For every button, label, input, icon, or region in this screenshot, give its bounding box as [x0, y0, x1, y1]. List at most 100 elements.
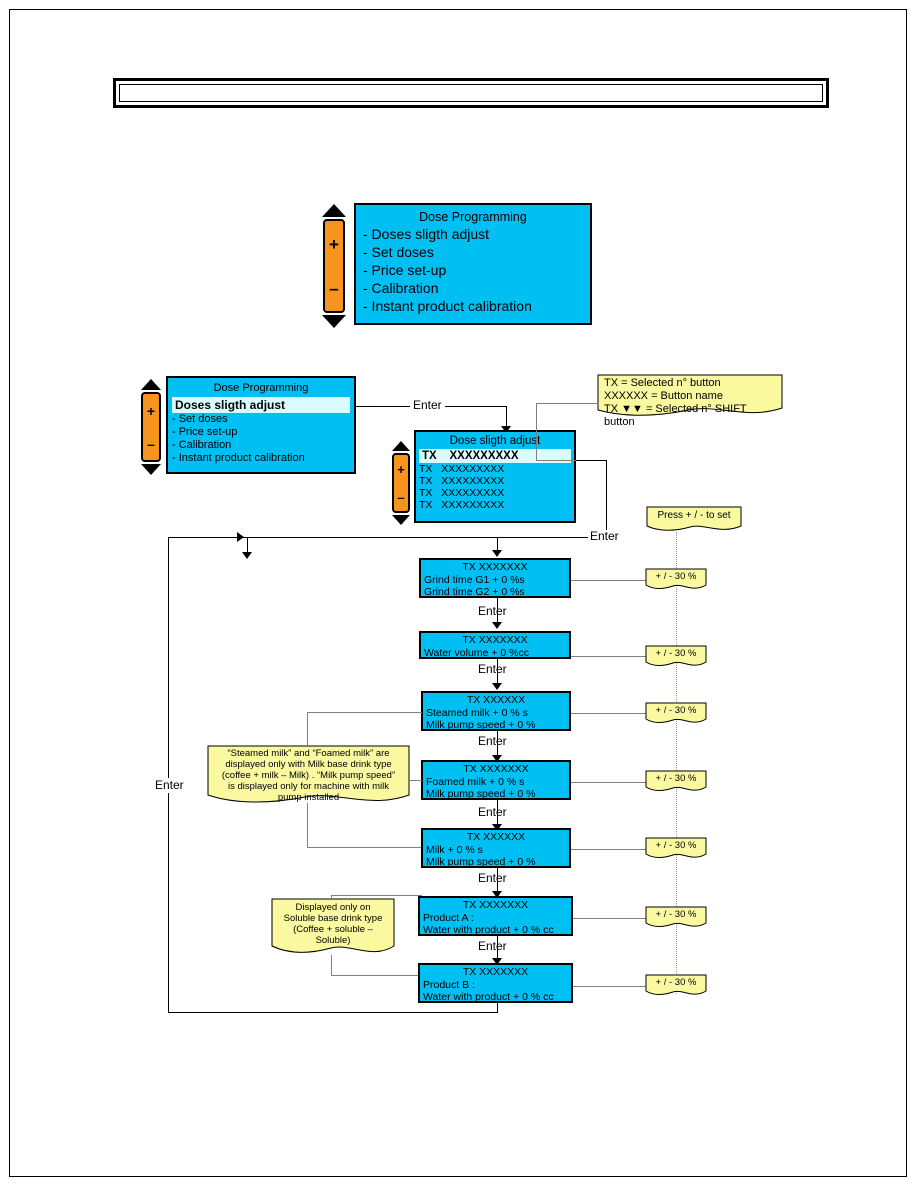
menu-item-selected[interactable]: Doses sligth adjust: [172, 397, 350, 413]
soluble-note-connector-b: [331, 975, 422, 976]
lcd-grind-time[interactable]: TX XXXXXXX Grind time G1 + 0 %s Grind ti…: [419, 558, 571, 598]
plus-icon[interactable]: +: [147, 403, 155, 419]
arrow-step-2-3: [492, 683, 502, 690]
step-line[interactable]: Milk pump speed + 0 %: [426, 788, 566, 800]
step-line[interactable]: Water with product + 0 % cc: [423, 924, 568, 936]
scroll-down-arrow-icon[interactable]: [392, 515, 410, 525]
enter-label-step-5: Enter: [478, 871, 507, 885]
minus-icon[interactable]: –: [397, 491, 404, 504]
soluble-note-line-3: (Coffee + soluble –: [293, 924, 373, 935]
list-row-prefix: TX: [419, 463, 433, 475]
return-rail-v: [168, 537, 169, 1013]
legend-connector-v: [536, 403, 537, 460]
range-connector-foamed: [571, 782, 647, 783]
lcd-steamed-milk[interactable]: TX XXXXXX Steamed milk + 0 % s Milk pump…: [421, 691, 571, 731]
connector-list-right-h: [576, 460, 607, 461]
step-line[interactable]: Grind time G1 + 0 %s: [424, 574, 566, 586]
list-item[interactable]: TX XXXXXXXXX: [419, 463, 571, 475]
arrow-grind-down: [242, 552, 252, 559]
minus-icon[interactable]: –: [329, 280, 338, 297]
connector-list-right-v: [606, 460, 607, 537]
menu-item-3[interactable]: - Calibration: [363, 279, 583, 297]
range-note-product-b: + / - 30 %: [645, 974, 707, 1000]
range-note-foamed: + / - 30 %: [645, 770, 707, 796]
step-line[interactable]: Product A :: [423, 912, 568, 924]
range-note-text: + / - 30 %: [655, 773, 697, 784]
scroll-up-arrow-icon[interactable]: [322, 204, 346, 217]
menu-item-4[interactable]: - Instant product calibration: [363, 297, 583, 315]
menu-item-0[interactable]: - Doses sligth adjust: [363, 225, 583, 243]
lcd-product-a[interactable]: TX XXXXXXX Product A : Water with produc…: [418, 896, 573, 936]
menu-item-1[interactable]: - Price set-up: [172, 426, 350, 439]
list-item[interactable]: TX XXXXXXXXX: [419, 475, 571, 487]
press-note-text: Press + / - to set: [657, 510, 731, 521]
menu-item-0[interactable]: - Set doses: [172, 413, 350, 426]
range-connector-milk: [571, 849, 647, 850]
step-line[interactable]: Foamed milk + 0 % s: [426, 776, 566, 788]
range-connector-steamed: [571, 713, 647, 714]
range-note-milk: + / - 30 %: [645, 837, 707, 863]
milk-note-connector-foamed: [409, 780, 422, 781]
scroll-widget-list[interactable]: + –: [389, 441, 413, 525]
return-rail-h-bottom: [168, 1012, 498, 1013]
list-row-prefix: TX: [419, 499, 433, 511]
step-line[interactable]: Water volume + 0 %cc: [424, 647, 566, 659]
step-title: TX XXXXXXX: [462, 966, 529, 978]
lcd-dose-programming-selected[interactable]: Dose Programming Doses sligth adjust - S…: [166, 376, 356, 474]
lcd-water-volume[interactable]: TX XXXXXXX Water volume + 0 %cc: [419, 631, 571, 659]
range-note-text: + / - 30 %: [655, 909, 697, 920]
scroll-up-arrow-icon[interactable]: [141, 379, 161, 390]
legend-line-2: XXXXXX = Button name: [604, 390, 723, 402]
step-line[interactable]: Grind time G2 + 0 %s: [424, 586, 566, 598]
step-line[interactable]: Product B :: [423, 979, 568, 991]
menu-item-2[interactable]: - Calibration: [172, 439, 350, 452]
scroll-widget-menu-selected[interactable]: + –: [139, 379, 163, 475]
milk-note-connector-steamed-h: [307, 712, 422, 713]
press-note: Press + / - to set: [646, 506, 742, 534]
scroll-down-arrow-icon[interactable]: [141, 464, 161, 475]
step-line[interactable]: Water with product + 0 % cc: [423, 991, 568, 1003]
range-note-text: + / - 30 %: [655, 648, 697, 659]
enter-label-list-to-grind: Enter: [588, 529, 621, 543]
step-title: TX XXXXXX: [466, 831, 526, 843]
page-title: [120, 85, 822, 101]
list-item[interactable]: TX XXXXXXXXX: [419, 499, 571, 511]
scroll-up-arrow-icon[interactable]: [392, 441, 410, 451]
range-note-text: + / - 30 %: [655, 840, 697, 851]
step-title: TX XXXXXXX: [462, 561, 528, 573]
step-line[interactable]: Milk pump speed + 0 %: [426, 719, 566, 731]
step-line[interactable]: Steamed milk + 0 % s: [426, 707, 566, 719]
range-connector-product-b: [573, 986, 647, 987]
scroll-widget-menu[interactable]: + –: [322, 204, 346, 328]
menu-item-1[interactable]: - Set doses: [363, 243, 583, 261]
legend-line-1: TX = Selected n° button: [604, 377, 721, 389]
plus-minus-bar[interactable]: + –: [392, 453, 410, 513]
arrow-step-1-2: [492, 622, 502, 629]
plus-icon[interactable]: +: [329, 236, 339, 253]
milk-note-line-3: (coffee + milk – Milk) . “Milk pump spee…: [221, 770, 396, 781]
plus-icon[interactable]: +: [397, 462, 405, 477]
range-connector-grind: [571, 580, 647, 581]
scroll-down-arrow-icon[interactable]: [322, 315, 346, 328]
lcd-foamed-milk[interactable]: TX XXXXXXX Foamed milk + 0 % s Milk pump…: [421, 760, 571, 800]
legend-connector-h2: [536, 460, 576, 461]
soluble-note-text: Displayed only on Soluble base drink typ…: [271, 898, 395, 946]
menu-item-3[interactable]: - Instant product calibration: [172, 452, 350, 465]
milk-note-line-5: pump installed: [277, 792, 340, 803]
step-line[interactable]: Milk + 0 % s: [426, 844, 566, 856]
milk-note-connector-v: [307, 803, 308, 847]
lcd-product-b[interactable]: TX XXXXXXX Product B : Water with produc…: [418, 963, 573, 1003]
step-title: TX XXXXXX: [466, 694, 526, 706]
lcd-milk[interactable]: TX XXXXXX Milk + 0 % s Milk pump speed +…: [421, 828, 571, 868]
step-line[interactable]: Milk pump speed + 0 %: [426, 856, 566, 868]
list-row-selected-prefix: TX: [422, 450, 437, 462]
milk-note-line-4: is displayed only for machine with milk: [227, 781, 390, 792]
list-item[interactable]: TX XXXXXXXXX: [419, 487, 571, 499]
lcd-dose-sligth-adjust-list[interactable]: Dose sligth adjust TX XXXXXXXXX TX XXXXX…: [414, 430, 576, 523]
list-row-prefix: TX: [419, 475, 433, 487]
lcd-dose-programming-menu[interactable]: Dose Programming - Doses sligth adjust -…: [354, 203, 592, 325]
plus-minus-bar[interactable]: + –: [323, 219, 345, 313]
minus-icon[interactable]: –: [147, 437, 155, 451]
menu-item-2[interactable]: - Price set-up: [363, 261, 583, 279]
plus-minus-bar[interactable]: + –: [141, 392, 161, 462]
